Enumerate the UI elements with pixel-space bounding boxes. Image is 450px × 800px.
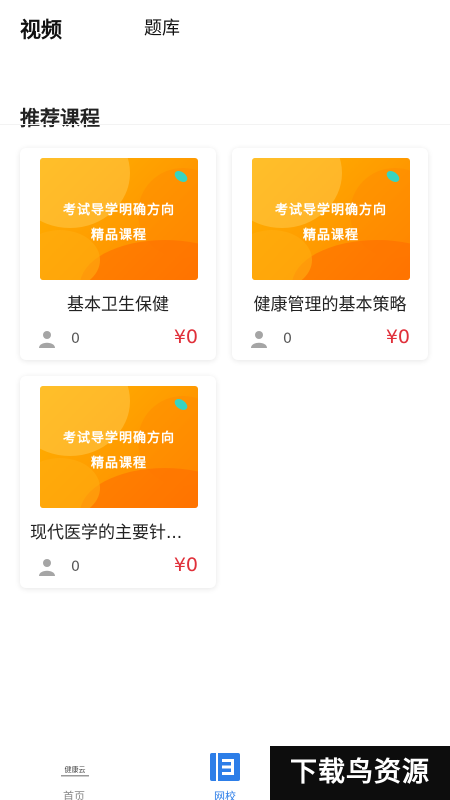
course-title: 健康管理的基本策略 xyxy=(253,295,407,315)
course-card[interactable]: 考试导学明确方向 精品课程 基本卫生保健 0 ¥0 xyxy=(20,148,216,360)
course-title: 基本卫生保健 xyxy=(67,295,169,315)
person-icon xyxy=(39,331,55,348)
thumbnail-text-line1: 考试导学明确方向 xyxy=(62,431,175,446)
course-card[interactable]: 考试导学明确方向 精品课程 现代医学的主要针... 0 ¥0 xyxy=(20,376,216,588)
course-thumbnail: 考试导学明确方向 精品课程 xyxy=(40,386,198,508)
watermark-logo: 下载鸟资源 xyxy=(270,746,450,800)
student-count: 0 xyxy=(71,559,80,575)
svg-text:健康云: 健康云 xyxy=(65,765,86,774)
student-count: 0 xyxy=(283,331,292,347)
course-title: 现代医学的主要针... xyxy=(30,523,183,543)
course-price: ¥0 xyxy=(173,554,198,576)
thumbnail-text-line2: 精品课程 xyxy=(90,456,147,471)
course-thumbnail: 考试导学明确方向 精品课程 xyxy=(252,158,410,280)
nav-home-label: 首页 xyxy=(63,790,85,800)
school-icon xyxy=(210,753,240,781)
course-price: ¥0 xyxy=(385,326,410,348)
tab-video[interactable]: 视频 xyxy=(20,14,62,44)
thumbnail-text-line1: 考试导学明确方向 xyxy=(274,203,387,218)
student-count: 0 xyxy=(71,331,80,347)
top-tab-bar: 视频 题库 xyxy=(0,0,450,60)
tab-question-bank[interactable]: 题库 xyxy=(144,14,180,40)
course-price: ¥0 xyxy=(173,326,198,348)
section-title-recommended: 推荐课程 xyxy=(20,106,100,130)
nav-school-label: 网校 xyxy=(214,790,236,800)
course-thumbnail: 考试导学明确方向 精品课程 xyxy=(40,158,198,280)
divider xyxy=(0,124,450,125)
thumbnail-text-line2: 精品课程 xyxy=(90,228,147,243)
person-icon xyxy=(39,559,55,576)
thumbnail-text-line2: 精品课程 xyxy=(302,228,359,243)
thumbnail-text-line1: 考试导学明确方向 xyxy=(62,203,175,218)
person-icon xyxy=(251,331,267,348)
home-logo-icon: 健康云 xyxy=(61,765,89,777)
course-card[interactable]: 考试导学明确方向 精品课程 健康管理的基本策略 0 ¥0 xyxy=(232,148,428,360)
